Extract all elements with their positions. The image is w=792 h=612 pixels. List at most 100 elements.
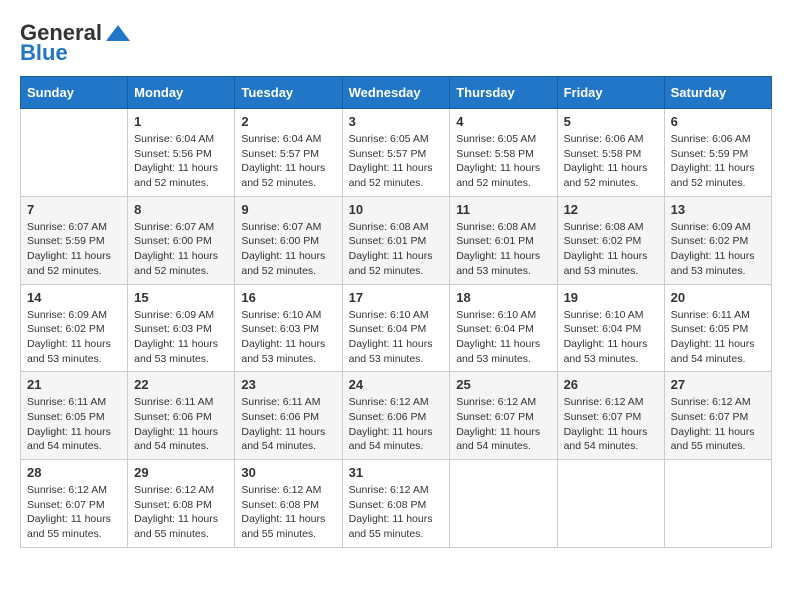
day-info: Sunrise: 6:05 AMSunset: 5:57 PMDaylight:… — [349, 132, 444, 191]
calendar-cell: 1 Sunrise: 6:04 AMSunset: 5:56 PMDaylight… — [128, 109, 235, 197]
day-number: 4 — [456, 114, 550, 129]
day-number: 22 — [134, 377, 228, 392]
day-info: Sunrise: 6:07 AMSunset: 6:00 PMDaylight:… — [241, 220, 335, 279]
day-number: 25 — [456, 377, 550, 392]
day-info: Sunrise: 6:11 AMSunset: 6:06 PMDaylight:… — [134, 395, 228, 454]
calendar-cell — [557, 460, 664, 548]
day-number: 14 — [27, 290, 121, 305]
page-header: General Blue — [20, 20, 772, 66]
day-number: 6 — [671, 114, 765, 129]
calendar-cell: 2 Sunrise: 6:04 AMSunset: 5:57 PMDaylight… — [235, 109, 342, 197]
day-info: Sunrise: 6:09 AMSunset: 6:02 PMDaylight:… — [671, 220, 765, 279]
day-info: Sunrise: 6:10 AMSunset: 6:04 PMDaylight:… — [349, 308, 444, 367]
day-info: Sunrise: 6:12 AMSunset: 6:07 PMDaylight:… — [564, 395, 658, 454]
logo: General Blue — [20, 20, 134, 66]
day-number: 19 — [564, 290, 658, 305]
day-number: 21 — [27, 377, 121, 392]
day-info: Sunrise: 6:12 AMSunset: 6:07 PMDaylight:… — [671, 395, 765, 454]
day-number: 28 — [27, 465, 121, 480]
column-header-thursday: Thursday — [450, 77, 557, 109]
calendar-cell — [664, 460, 771, 548]
calendar-cell: 31Sunrise: 6:12 AMSunset: 6:08 PMDayligh… — [342, 460, 450, 548]
day-number: 5 — [564, 114, 658, 129]
calendar-cell: 14Sunrise: 6:09 AMSunset: 6:02 PMDayligh… — [21, 284, 128, 372]
calendar-week-5: 28 Sunrise: 6:12 AMSunset: 6:07 PMDayligh… — [21, 460, 772, 548]
day-info: Sunrise: 6:12 AMSunset: 6:06 PMDaylight:… — [349, 395, 444, 454]
calendar-cell: 24 Sunrise: 6:12 AMSunset: 6:06 PMDayligh… — [342, 372, 450, 460]
calendar-cell — [21, 109, 128, 197]
day-info: Sunrise: 6:12 AMSunset: 6:08 PMDaylight:… — [241, 483, 335, 542]
day-info: Sunrise: 6:08 AMSunset: 6:02 PMDaylight:… — [564, 220, 658, 279]
calendar-cell: 12 Sunrise: 6:08 AMSunset: 6:02 PMDayligh… — [557, 196, 664, 284]
calendar-cell: 19Sunrise: 6:10 AMSunset: 6:04 PMDayligh… — [557, 284, 664, 372]
calendar-cell: 8 Sunrise: 6:07 AMSunset: 6:00 PMDaylight… — [128, 196, 235, 284]
calendar-cell: 17 Sunrise: 6:10 AMSunset: 6:04 PMDayligh… — [342, 284, 450, 372]
calendar-cell: 7 Sunrise: 6:07 AMSunset: 5:59 PMDaylight… — [21, 196, 128, 284]
calendar-cell: 23Sunrise: 6:11 AMSunset: 6:06 PMDayligh… — [235, 372, 342, 460]
day-info: Sunrise: 6:07 AMSunset: 6:00 PMDaylight:… — [134, 220, 228, 279]
day-number: 18 — [456, 290, 550, 305]
logo-blue-text: Blue — [20, 40, 68, 66]
day-number: 12 — [564, 202, 658, 217]
day-number: 17 — [349, 290, 444, 305]
day-number: 15 — [134, 290, 228, 305]
day-number: 13 — [671, 202, 765, 217]
column-header-wednesday: Wednesday — [342, 77, 450, 109]
day-info: Sunrise: 6:10 AMSunset: 6:04 PMDaylight:… — [456, 308, 550, 367]
column-header-saturday: Saturday — [664, 77, 771, 109]
calendar-cell: 13 Sunrise: 6:09 AMSunset: 6:02 PMDayligh… — [664, 196, 771, 284]
calendar-week-4: 21 Sunrise: 6:11 AMSunset: 6:05 PMDayligh… — [21, 372, 772, 460]
day-info: Sunrise: 6:10 AMSunset: 6:03 PMDaylight:… — [241, 308, 335, 367]
day-number: 9 — [241, 202, 335, 217]
day-number: 7 — [27, 202, 121, 217]
calendar-cell: 25Sunrise: 6:12 AMSunset: 6:07 PMDayligh… — [450, 372, 557, 460]
calendar-cell: 3Sunrise: 6:05 AMSunset: 5:57 PMDaylight… — [342, 109, 450, 197]
calendar-cell: 4 Sunrise: 6:05 AMSunset: 5:58 PMDaylight… — [450, 109, 557, 197]
calendar-cell: 21 Sunrise: 6:11 AMSunset: 6:05 PMDayligh… — [21, 372, 128, 460]
calendar-cell: 15Sunrise: 6:09 AMSunset: 6:03 PMDayligh… — [128, 284, 235, 372]
day-number: 30 — [241, 465, 335, 480]
day-info: Sunrise: 6:06 AMSunset: 5:58 PMDaylight:… — [564, 132, 658, 191]
day-info: Sunrise: 6:11 AMSunset: 6:05 PMDaylight:… — [671, 308, 765, 367]
calendar-header-row: SundayMondayTuesdayWednesdayThursdayFrid… — [21, 77, 772, 109]
calendar-cell: 6 Sunrise: 6:06 AMSunset: 5:59 PMDaylight… — [664, 109, 771, 197]
day-info: Sunrise: 6:07 AMSunset: 5:59 PMDaylight:… — [27, 220, 121, 279]
day-number: 27 — [671, 377, 765, 392]
day-info: Sunrise: 6:04 AMSunset: 5:57 PMDaylight:… — [241, 132, 335, 191]
calendar-cell: 11 Sunrise: 6:08 AMSunset: 6:01 PMDayligh… — [450, 196, 557, 284]
day-info: Sunrise: 6:05 AMSunset: 5:58 PMDaylight:… — [456, 132, 550, 191]
calendar-cell: 26 Sunrise: 6:12 AMSunset: 6:07 PMDayligh… — [557, 372, 664, 460]
day-info: Sunrise: 6:12 AMSunset: 6:07 PMDaylight:… — [27, 483, 121, 542]
calendar-cell: 5 Sunrise: 6:06 AMSunset: 5:58 PMDaylight… — [557, 109, 664, 197]
calendar-cell: 22 Sunrise: 6:11 AMSunset: 6:06 PMDayligh… — [128, 372, 235, 460]
day-number: 24 — [349, 377, 444, 392]
day-info: Sunrise: 6:08 AMSunset: 6:01 PMDaylight:… — [456, 220, 550, 279]
calendar-cell — [450, 460, 557, 548]
column-header-friday: Friday — [557, 77, 664, 109]
calendar-week-3: 14Sunrise: 6:09 AMSunset: 6:02 PMDayligh… — [21, 284, 772, 372]
day-info: Sunrise: 6:04 AMSunset: 5:56 PMDaylight:… — [134, 132, 228, 191]
day-info: Sunrise: 6:06 AMSunset: 5:59 PMDaylight:… — [671, 132, 765, 191]
day-number: 2 — [241, 114, 335, 129]
calendar-cell: 30 Sunrise: 6:12 AMSunset: 6:08 PMDayligh… — [235, 460, 342, 548]
column-header-tuesday: Tuesday — [235, 77, 342, 109]
calendar-week-1: 1 Sunrise: 6:04 AMSunset: 5:56 PMDaylight… — [21, 109, 772, 197]
calendar-table: SundayMondayTuesdayWednesdayThursdayFrid… — [20, 76, 772, 548]
day-number: 8 — [134, 202, 228, 217]
day-number: 10 — [349, 202, 444, 217]
calendar-cell: 10 Sunrise: 6:08 AMSunset: 6:01 PMDayligh… — [342, 196, 450, 284]
day-number: 31 — [349, 465, 444, 480]
calendar-cell: 18 Sunrise: 6:10 AMSunset: 6:04 PMDayligh… — [450, 284, 557, 372]
calendar-cell: 9 Sunrise: 6:07 AMSunset: 6:00 PMDaylight… — [235, 196, 342, 284]
day-number: 26 — [564, 377, 658, 392]
calendar-week-2: 7 Sunrise: 6:07 AMSunset: 5:59 PMDaylight… — [21, 196, 772, 284]
day-number: 11 — [456, 202, 550, 217]
day-info: Sunrise: 6:11 AMSunset: 6:05 PMDaylight:… — [27, 395, 121, 454]
calendar-cell: 20 Sunrise: 6:11 AMSunset: 6:05 PMDayligh… — [664, 284, 771, 372]
day-info: Sunrise: 6:11 AMSunset: 6:06 PMDaylight:… — [241, 395, 335, 454]
day-number: 1 — [134, 114, 228, 129]
day-number: 20 — [671, 290, 765, 305]
column-header-sunday: Sunday — [21, 77, 128, 109]
calendar-cell: 16Sunrise: 6:10 AMSunset: 6:03 PMDayligh… — [235, 284, 342, 372]
day-info: Sunrise: 6:08 AMSunset: 6:01 PMDaylight:… — [349, 220, 444, 279]
